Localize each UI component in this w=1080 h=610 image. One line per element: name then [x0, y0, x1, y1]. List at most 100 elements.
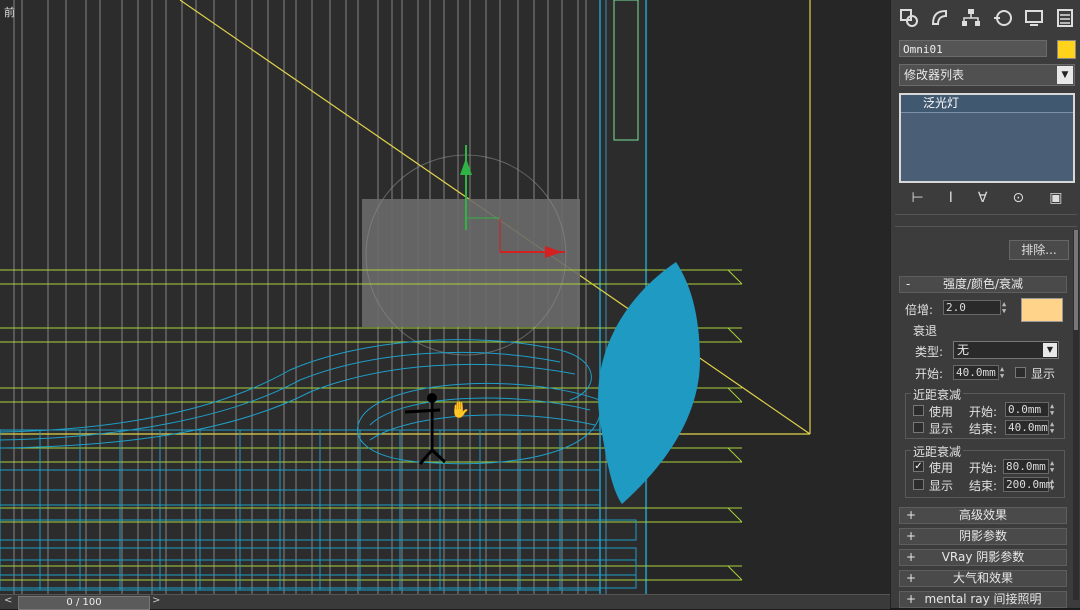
light-color-swatch[interactable] — [1021, 298, 1063, 322]
show-end-result-icon[interactable]: I — [949, 190, 953, 206]
spinner-arrows-icon[interactable]: ▲ ▼ — [1050, 478, 1058, 492]
far-start-value: 80.0mm — [1006, 460, 1046, 473]
create-icon — [900, 9, 918, 27]
motion-icon — [993, 10, 1012, 26]
make-unique-icon[interactable]: ∀ — [978, 190, 988, 206]
panel-divider — [895, 226, 1077, 227]
decay-start-spinner[interactable]: 40.0mm ▲ ▼ — [953, 365, 1004, 380]
modify-icon — [932, 9, 948, 25]
rollout-expand-toggle: + — [906, 592, 917, 606]
display-tab[interactable] — [1022, 6, 1046, 30]
rollout-title: 强度/颜色/衰减 — [942, 277, 1024, 291]
rollout-mental-ray-indirect[interactable]: + mental ray 间接照明 — [899, 591, 1067, 608]
modifier-list-dropdown[interactable]: 修改器列表 ▼ — [899, 64, 1075, 86]
far-attenuation-title: 远距衰减 — [911, 443, 964, 460]
pin-stack-icon[interactable]: ⊢ — [912, 190, 924, 206]
stack-item-omni-light[interactable]: 泛光灯 — [901, 95, 1073, 113]
near-end-label: 结束: — [969, 422, 998, 436]
decay-type-label: 类型: — [915, 345, 944, 359]
decay-start-value: 40.0mm — [956, 366, 996, 379]
far-use-label: 使用 — [929, 461, 954, 475]
spinner-arrows-icon[interactable]: ▲ ▼ — [1002, 301, 1010, 315]
far-end-spinner[interactable]: 200.0mm ▲ ▼ — [1003, 477, 1054, 492]
decay-type-value: 无 — [957, 343, 970, 357]
viewport-scene — [0, 0, 890, 596]
modifier-list-label: 修改器列表 — [904, 68, 965, 82]
rollout-intensity-header[interactable]: - 强度/颜色/衰减 — [899, 276, 1067, 293]
far-show-label: 显示 — [929, 479, 954, 493]
stack-toolbar: ⊢ I ∀ ⊙ ▣ — [899, 188, 1075, 208]
spinner-arrows-icon[interactable]: ▲ ▼ — [1000, 366, 1008, 380]
rollout-title: VRay 阴影参数 — [941, 550, 1025, 564]
far-end-value: 200.0mm — [1006, 478, 1053, 491]
next-frame-arrow-icon[interactable]: > — [152, 595, 160, 606]
near-show-checkbox[interactable] — [913, 422, 924, 433]
near-use-label: 使用 — [929, 405, 954, 419]
time-slider[interactable]: < 0 / 100 > — [0, 594, 890, 610]
rollout-expand-toggle: + — [906, 571, 917, 585]
rollout-title: 大气和效果 — [952, 571, 1013, 585]
pan-hand-cursor-icon: ✋ — [450, 400, 470, 419]
utilities-icon — [1056, 9, 1073, 27]
rollout-atmospheres-effects[interactable]: + 大气和效果 — [899, 570, 1067, 587]
rollout-expand-toggle: + — [906, 529, 917, 543]
chevron-down-icon: ▼ — [1043, 343, 1057, 357]
configure-modifier-sets-icon[interactable]: ▣ — [1049, 190, 1062, 206]
object-color-swatch[interactable] — [1057, 40, 1076, 59]
modifier-stack[interactable]: 泛光灯 — [899, 93, 1075, 183]
command-panel-tabs — [897, 6, 1077, 34]
exclude-button[interactable]: 排除... — [1009, 240, 1069, 260]
decay-type-dropdown[interactable]: 无 ▼ — [953, 341, 1059, 359]
hierarchy-tab[interactable] — [959, 6, 983, 30]
rollout-expand-toggle: + — [906, 550, 917, 564]
near-start-label: 开始: — [969, 405, 998, 419]
spinner-arrows-icon[interactable]: ▲ ▼ — [1050, 403, 1058, 417]
decay-show-label: 显示 — [1031, 367, 1056, 381]
decay-start-label: 开始: — [915, 367, 944, 381]
motion-tab[interactable] — [991, 6, 1015, 30]
chevron-down-icon: ▼ — [1057, 66, 1073, 84]
far-start-spinner[interactable]: 80.0mm ▲ ▼ — [1003, 459, 1054, 474]
rollout-title: 阴影参数 — [958, 529, 1007, 543]
rollout-title: mental ray 间接照明 — [924, 592, 1042, 606]
object-name-field[interactable]: Omni01 — [899, 40, 1047, 57]
hierarchy-icon — [962, 9, 981, 26]
decay-show-checkbox[interactable] — [1015, 367, 1026, 378]
spinner-arrows-icon[interactable]: ▲ ▼ — [1050, 460, 1058, 474]
decay-group-title: 衰退 — [911, 322, 940, 339]
remove-modifier-icon[interactable]: ⊙ — [1012, 190, 1024, 206]
multiplier-value: 2.0 — [946, 301, 966, 314]
near-attenuation-title: 近距衰减 — [911, 386, 964, 403]
near-start-value: 0.0mm — [1008, 403, 1042, 416]
far-use-checkbox[interactable]: ✓ — [913, 461, 924, 472]
panel-divider — [895, 214, 1077, 215]
rollout-expand-toggle: + — [906, 508, 917, 522]
multiplier-label: 倍增: — [905, 303, 934, 317]
near-end-spinner[interactable]: 40.0mm ▲ ▼ — [1005, 420, 1054, 435]
near-show-label: 显示 — [929, 422, 954, 436]
rollout-vray-shadow-params[interactable]: + VRay 阴影参数 — [899, 549, 1067, 566]
multiplier-spinner[interactable]: 2.0 ▲ ▼ — [943, 300, 1006, 315]
modify-tab[interactable] — [928, 6, 952, 30]
rollout-advanced-effects[interactable]: + 高级效果 — [899, 507, 1067, 524]
panel-scrollbar[interactable] — [1073, 230, 1079, 600]
viewport-label[interactable]: 前 — [4, 4, 15, 20]
panel-scrollbar-thumb[interactable] — [1074, 230, 1078, 330]
far-start-label: 开始: — [969, 461, 998, 475]
rollout-title: 高级效果 — [958, 508, 1007, 522]
rollout-shadow-params[interactable]: + 阴影参数 — [899, 528, 1067, 545]
frame-counter: 0 / 100 — [66, 597, 102, 608]
front-viewport[interactable]: 前 ✋ — [0, 0, 890, 596]
far-end-label: 结束: — [969, 479, 998, 493]
far-show-checkbox[interactable] — [913, 479, 924, 490]
rollout-collapse-toggle: - — [906, 277, 911, 291]
command-panel: Omni01 修改器列表 ▼ 泛光灯 ⊢ I ∀ ⊙ ▣ 排除... - 强度/… — [890, 0, 1080, 608]
near-start-spinner[interactable]: 0.0mm ▲ ▼ — [1005, 402, 1054, 417]
utilities-tab[interactable] — [1053, 6, 1077, 30]
near-use-checkbox[interactable] — [913, 405, 924, 416]
near-end-value: 40.0mm — [1008, 421, 1048, 434]
prev-frame-arrow-icon[interactable]: < — [4, 595, 12, 606]
spinner-arrows-icon[interactable]: ▲ ▼ — [1050, 421, 1058, 435]
create-tab[interactable] — [897, 6, 921, 30]
display-icon — [1024, 10, 1043, 26]
